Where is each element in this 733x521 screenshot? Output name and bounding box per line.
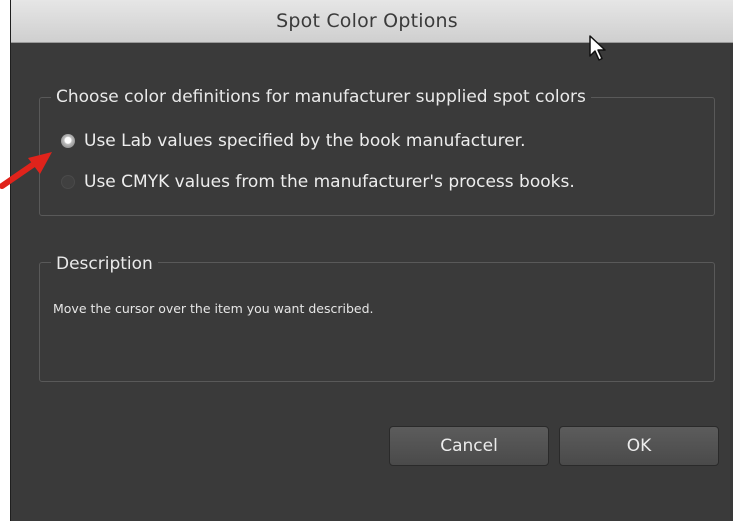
description-legend: Description bbox=[51, 254, 158, 274]
color-definitions-legend: Choose color definitions for manufacture… bbox=[51, 87, 591, 107]
red-arrow-icon bbox=[0, 152, 52, 189]
cancel-button[interactable]: Cancel bbox=[389, 426, 549, 466]
description-text: Move the cursor over the item you want d… bbox=[53, 301, 374, 316]
description-group bbox=[39, 262, 715, 382]
title-bar[interactable]: Spot Color Options bbox=[11, 0, 733, 43]
dialog-title: Spot Color Options bbox=[276, 10, 458, 32]
radio-option-label: Use CMYK values from the manufacturer's … bbox=[84, 172, 575, 192]
spot-color-options-dialog: Spot Color Options Choose color definiti… bbox=[10, 0, 733, 521]
color-definitions-group bbox=[39, 97, 715, 216]
radio-option-cmyk-values[interactable]: Use CMYK values from the manufacturer's … bbox=[61, 172, 575, 192]
ok-button[interactable]: OK bbox=[559, 426, 719, 466]
mouse-pointer-icon bbox=[589, 35, 606, 61]
radio-option-lab-values[interactable]: Use Lab values specified by the book man… bbox=[61, 131, 526, 151]
radio-button-selected[interactable] bbox=[61, 134, 75, 148]
radio-option-label: Use Lab values specified by the book man… bbox=[84, 131, 526, 151]
radio-button-unselected[interactable] bbox=[61, 175, 75, 189]
